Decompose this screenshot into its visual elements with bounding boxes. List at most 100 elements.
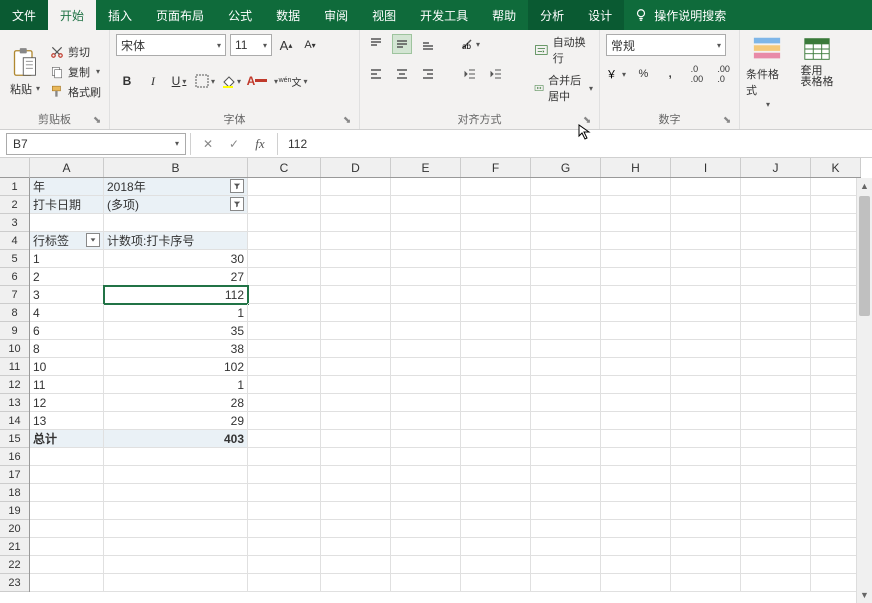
cell-K4[interactable]: [811, 232, 861, 250]
cell-E15[interactable]: [391, 430, 461, 448]
format-painter-button[interactable]: 格式刷: [48, 83, 103, 101]
cell-A19[interactable]: [30, 502, 104, 520]
number-format-select[interactable]: 常规▾: [606, 34, 726, 56]
cell-D4[interactable]: [321, 232, 391, 250]
cell-C11[interactable]: [248, 358, 321, 376]
cell-A20[interactable]: [30, 520, 104, 538]
font-size-select[interactable]: 11▾: [230, 34, 272, 56]
cell-I12[interactable]: [671, 376, 741, 394]
decrease-decimal-button[interactable]: .00.0: [714, 64, 733, 84]
cell-G15[interactable]: [531, 430, 601, 448]
cell-K3[interactable]: [811, 214, 861, 232]
align-middle-button[interactable]: [392, 34, 412, 54]
row-header-2[interactable]: 2: [0, 196, 29, 214]
cell-A1[interactable]: 年: [30, 178, 104, 196]
row-header-23[interactable]: 23: [0, 574, 29, 592]
wrap-text-button[interactable]: 自动换行: [534, 34, 593, 66]
cell-J5[interactable]: [741, 250, 811, 268]
cell-K14[interactable]: [811, 412, 861, 430]
cell-I1[interactable]: [671, 178, 741, 196]
row-header-21[interactable]: 21: [0, 538, 29, 556]
cell-J15[interactable]: [741, 430, 811, 448]
cell-D11[interactable]: [321, 358, 391, 376]
row-header-1[interactable]: 1: [0, 178, 29, 196]
comma-button[interactable]: ,: [661, 64, 680, 84]
cell-H6[interactable]: [601, 268, 671, 286]
cell-G11[interactable]: [531, 358, 601, 376]
column-header-H[interactable]: H: [601, 158, 671, 177]
decrease-indent-button[interactable]: [460, 64, 480, 84]
align-left-button[interactable]: [366, 64, 386, 84]
tab-formulas[interactable]: 公式: [216, 0, 264, 30]
cell-E17[interactable]: [391, 466, 461, 484]
cell-I4[interactable]: [671, 232, 741, 250]
cell-A23[interactable]: [30, 574, 104, 592]
cell-D21[interactable]: [321, 538, 391, 556]
cell-G12[interactable]: [531, 376, 601, 394]
column-header-G[interactable]: G: [531, 158, 601, 177]
cell-H16[interactable]: [601, 448, 671, 466]
scroll-thumb[interactable]: [859, 196, 870, 316]
cell-A3[interactable]: [30, 214, 104, 232]
cell-H7[interactable]: [601, 286, 671, 304]
cell-D17[interactable]: [321, 466, 391, 484]
cell-I20[interactable]: [671, 520, 741, 538]
row-header-18[interactable]: 18: [0, 484, 29, 502]
cell-G5[interactable]: [531, 250, 601, 268]
cell-B10[interactable]: 38: [104, 340, 248, 358]
cell-G23[interactable]: [531, 574, 601, 592]
cell-C5[interactable]: [248, 250, 321, 268]
cell-F3[interactable]: [461, 214, 531, 232]
cell-A16[interactable]: [30, 448, 104, 466]
cell-E1[interactable]: [391, 178, 461, 196]
cell-C13[interactable]: [248, 394, 321, 412]
cell-C22[interactable]: [248, 556, 321, 574]
cell-J14[interactable]: [741, 412, 811, 430]
cell-A12[interactable]: 11: [30, 376, 104, 394]
cell-J22[interactable]: [741, 556, 811, 574]
cell-C4[interactable]: [248, 232, 321, 250]
cell-H17[interactable]: [601, 466, 671, 484]
dropdown-icon[interactable]: [86, 233, 100, 247]
cell-K22[interactable]: [811, 556, 861, 574]
cell-B7[interactable]: 112: [104, 286, 248, 304]
cell-B4[interactable]: 计数项:打卡序号: [104, 232, 248, 250]
cell-D18[interactable]: [321, 484, 391, 502]
cell-G14[interactable]: [531, 412, 601, 430]
row-header-13[interactable]: 13: [0, 394, 29, 412]
cell-E22[interactable]: [391, 556, 461, 574]
percent-button[interactable]: %: [634, 64, 653, 84]
align-top-button[interactable]: [366, 34, 386, 54]
cell-A2[interactable]: 打卡日期: [30, 196, 104, 214]
cell-A22[interactable]: [30, 556, 104, 574]
cell-E10[interactable]: [391, 340, 461, 358]
cell-F2[interactable]: [461, 196, 531, 214]
cell-H12[interactable]: [601, 376, 671, 394]
row-header-12[interactable]: 12: [0, 376, 29, 394]
cell-I16[interactable]: [671, 448, 741, 466]
cell-E11[interactable]: [391, 358, 461, 376]
cell-H14[interactable]: [601, 412, 671, 430]
row-header-9[interactable]: 9: [0, 322, 29, 340]
cell-E4[interactable]: [391, 232, 461, 250]
cell-B17[interactable]: [104, 466, 248, 484]
cell-H23[interactable]: [601, 574, 671, 592]
cell-G19[interactable]: [531, 502, 601, 520]
cell-H22[interactable]: [601, 556, 671, 574]
orientation-button[interactable]: ab▾: [460, 34, 480, 54]
cell-G21[interactable]: [531, 538, 601, 556]
cell-D2[interactable]: [321, 196, 391, 214]
row-header-17[interactable]: 17: [0, 466, 29, 484]
cell-A8[interactable]: 4: [30, 304, 104, 322]
cell-B21[interactable]: [104, 538, 248, 556]
cell-J17[interactable]: [741, 466, 811, 484]
cell-G13[interactable]: [531, 394, 601, 412]
cell-K8[interactable]: [811, 304, 861, 322]
cell-B1[interactable]: 2018年: [104, 178, 248, 196]
cell-D1[interactable]: [321, 178, 391, 196]
cell-E7[interactable]: [391, 286, 461, 304]
cell-H9[interactable]: [601, 322, 671, 340]
cell-C14[interactable]: [248, 412, 321, 430]
cell-A21[interactable]: [30, 538, 104, 556]
cell-K5[interactable]: [811, 250, 861, 268]
